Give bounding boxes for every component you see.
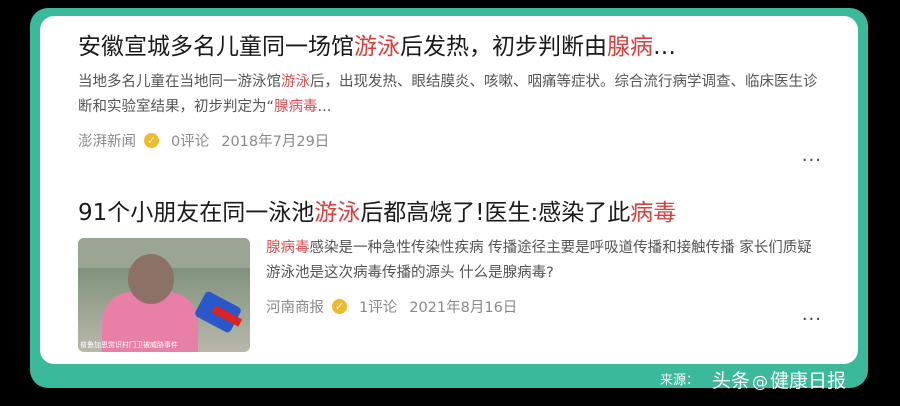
comment-count[interactable]: 0评论	[171, 130, 209, 151]
result-title-link[interactable]: 91个小朋友在同一泳池游泳后都高烧了!医生:感染了此病毒	[78, 196, 822, 230]
snippet-highlight: 腺病毒	[266, 240, 310, 256]
title-ellipsis: …	[653, 34, 676, 60]
watermark-brand: 头条	[712, 370, 751, 392]
publish-date: 2018年7月29日	[221, 134, 330, 150]
title-highlight: 病毒	[630, 200, 677, 226]
at-icon: @	[752, 372, 769, 391]
snippet-ellipsis: ...	[317, 99, 332, 115]
title-highlight: 游泳	[354, 34, 400, 60]
comment-count[interactable]: 1评论	[359, 296, 397, 317]
search-result-1: 安徽宣城多名儿童同一场馆游泳后发热，初步判断由腺病… 当地多名儿童在当地同一游泳…	[78, 30, 822, 171]
verified-badge-icon: ✓	[144, 133, 159, 148]
title-highlight: 腺病	[607, 34, 653, 60]
title-text: 后都高烧了!医生:感染了此	[360, 200, 631, 226]
watermark: 头条 @ 健康日报	[712, 366, 846, 393]
result-title-link[interactable]: 安徽宣城多名儿童同一场馆游泳后发热，初步判断由腺病…	[78, 30, 822, 64]
search-results-card: 安徽宣城多名儿童同一场馆游泳后发热，初步判断由腺病… 当地多名儿童在当地同一游泳…	[40, 16, 858, 364]
snippet-text: 感染是一种急性传染性疾病 传播途径主要是呼吸道传播和接触传播 家长们质疑游泳池是…	[266, 240, 812, 281]
result-snippet: 腺病毒感染是一种急性传染性疾病 传播途径主要是呼吸道传播和接触传播 家长们质疑游…	[266, 236, 822, 286]
result-meta: 澎湃新闻 ✓ 0评论 2018年7月29日	[78, 130, 822, 151]
title-text: 91个小朋友在同一泳池	[78, 200, 315, 226]
title-highlight: 游泳	[314, 200, 361, 226]
verified-badge-icon: ✓	[332, 299, 347, 314]
more-options-icon[interactable]: ···	[802, 150, 822, 171]
result-meta: 河南商报 ✓ 1评论 2021年8月16日	[266, 296, 822, 317]
result-snippet: 当地多名儿童在当地同一游泳馆游泳后，出现发热、眼结膜炎、咳嗽、咽痛等症状。综合流…	[78, 70, 822, 120]
snippet-text: 当地多名儿童在当地同一游泳馆	[78, 74, 281, 90]
thumbnail-caption: 普鲁加恩赏识村门卫被威胁事件	[80, 341, 178, 349]
watermark-account: 健康日报	[770, 370, 847, 392]
source-name[interactable]: 澎湃新闻	[78, 130, 136, 151]
snippet-highlight: 腺病毒	[274, 99, 318, 115]
title-text: 后发热，初步判断由	[400, 34, 607, 60]
source-name[interactable]: 河南商报	[266, 296, 324, 317]
title-text: 安徽宣城多名儿童同一场馆	[78, 34, 354, 60]
snippet-highlight: 游泳	[281, 74, 310, 90]
result-media-body: 腺病毒感染是一种急性传染性疾病 传播途径主要是呼吸道传播和接触传播 家长们质疑游…	[266, 238, 822, 352]
more-options-icon[interactable]: ···	[802, 309, 822, 330]
search-result-2: 91个小朋友在同一泳池游泳后都高烧了!医生:感染了此病毒 普鲁加恩赏识村门卫被威…	[78, 196, 822, 352]
source-credit: 来源：	[660, 373, 700, 388]
result-thumbnail[interactable]: 普鲁加恩赏识村门卫被威胁事件	[78, 238, 250, 352]
result-media: 普鲁加恩赏识村门卫被威胁事件 腺病毒感染是一种急性传染性疾病 传播途径主要是呼吸…	[78, 238, 822, 352]
blurred-face	[128, 254, 174, 304]
publish-date: 2021年8月16日	[409, 300, 518, 316]
